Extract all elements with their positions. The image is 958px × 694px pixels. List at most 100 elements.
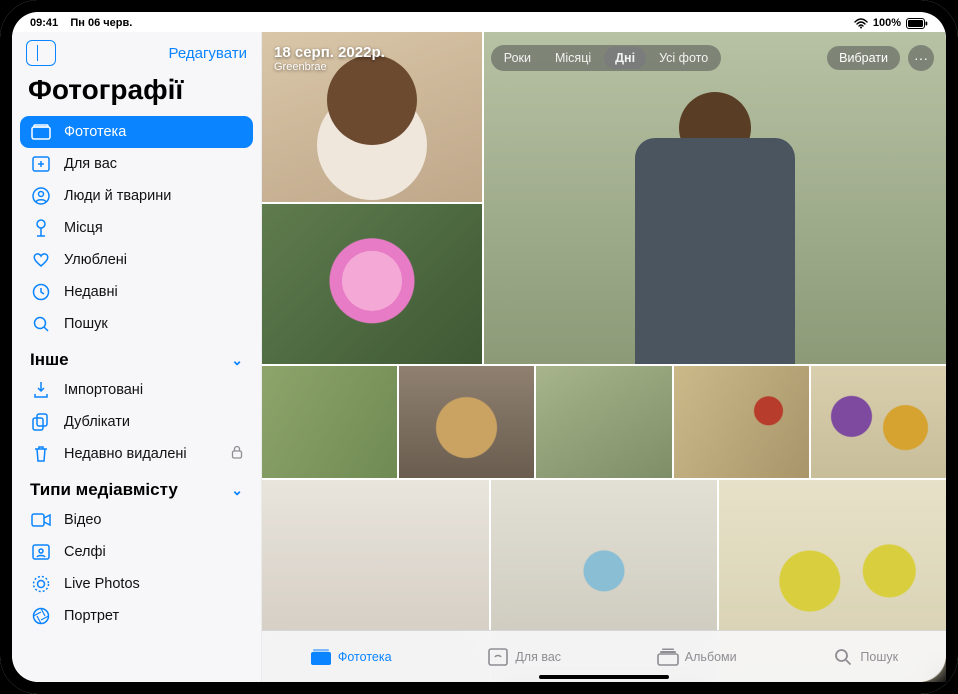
sidebar-item-imported[interactable]: Імпортовані — [20, 374, 253, 406]
sidebar-item-video[interactable]: Відео — [20, 504, 253, 536]
sidebar-nav[interactable]: Фототека Для вас Люди й тварини Місця — [12, 116, 261, 682]
photo-hero[interactable] — [484, 32, 946, 364]
sidebar-item-search[interactable]: Пошук — [20, 308, 253, 340]
photo-thumbnail[interactable] — [536, 366, 671, 478]
chevron-down-icon: ⌄ — [231, 352, 243, 369]
lock-icon — [231, 445, 243, 463]
photo-thumbnail[interactable] — [811, 366, 946, 478]
foryou-icon — [487, 648, 509, 666]
select-button[interactable]: Вибрати — [827, 46, 900, 70]
section-media[interactable]: Типи медіавмісту ⌄ — [20, 470, 253, 504]
sidebar-item-people[interactable]: Люди й тварини — [20, 180, 253, 212]
home-indicator[interactable] — [539, 675, 669, 679]
grid-date: 18 серп. 2022р. — [274, 44, 385, 61]
ellipsis-icon: ··· — [914, 50, 928, 66]
segment-years[interactable]: Роки — [493, 47, 542, 69]
section-media-label: Типи медіавмісту — [30, 480, 178, 500]
status-left: 09:41 Пн 06 черв. — [30, 17, 132, 29]
tab-albums[interactable]: Альбоми — [657, 648, 737, 666]
sidebar-item-label: Недавні — [64, 284, 118, 300]
segment-allphotos[interactable]: Усі фото — [648, 47, 719, 69]
view-segmented-control[interactable]: Роки Місяці Дні Усі фото — [491, 45, 721, 71]
sidebar-item-portrait[interactable]: Портрет — [20, 600, 253, 632]
photo-thumbnail[interactable] — [674, 366, 809, 478]
tab-foryou[interactable]: Для вас — [487, 648, 561, 666]
sidebar-item-label: Портрет — [64, 608, 119, 624]
sidebar-item-duplicates[interactable]: Дублікати — [20, 406, 253, 438]
sidebar-item-trash[interactable]: Недавно видалені — [20, 438, 253, 470]
more-button[interactable]: ··· — [908, 45, 934, 71]
photo-grid-area: 18 серп. 2022р. Greenbrae Роки Місяці Дн… — [262, 32, 946, 682]
photo-thumbnail[interactable] — [262, 366, 397, 478]
download-icon — [30, 381, 52, 399]
sidebar-item-label: Улюблені — [64, 252, 127, 268]
sidebar-item-library[interactable]: Фототека — [20, 116, 253, 148]
search-icon — [30, 315, 52, 333]
selfie-icon — [30, 544, 52, 560]
ipad-frame: 09:41 Пн 06 черв. 100% Редагувати — [0, 0, 958, 694]
foryou-icon — [30, 156, 52, 172]
segment-days[interactable]: Дні — [604, 47, 646, 69]
tab-label: Для вас — [515, 650, 561, 664]
photo-thumbnail[interactable] — [399, 366, 534, 478]
aperture-icon — [30, 607, 52, 625]
sidebar-item-favorites[interactable]: Улюблені — [20, 244, 253, 276]
segment-months[interactable]: Місяці — [544, 47, 602, 69]
grid-location: Greenbrae — [274, 61, 385, 73]
wifi-icon — [854, 18, 868, 29]
live-icon — [30, 575, 52, 593]
section-other-label: Інше — [30, 350, 69, 370]
status-right: 100% — [854, 17, 928, 29]
sidebar-item-recents[interactable]: Недавні — [20, 276, 253, 308]
sidebar-item-label: Місця — [64, 220, 103, 236]
app-title: Фотографії — [12, 70, 261, 116]
status-date: Пн 06 черв. — [70, 17, 132, 29]
grid-header: 18 серп. 2022р. Greenbrae Роки Місяці Дн… — [274, 38, 934, 78]
screen: 09:41 Пн 06 черв. 100% Редагувати — [12, 12, 946, 682]
edit-button[interactable]: Редагувати — [169, 45, 248, 62]
sidebar: Редагувати Фотографії Фототека Для вас Л… — [12, 32, 262, 682]
section-other[interactable]: Інше ⌄ — [20, 340, 253, 374]
battery-icon — [906, 18, 928, 29]
video-icon — [30, 513, 52, 527]
photo-thumbnail[interactable] — [262, 204, 482, 364]
people-icon — [30, 187, 52, 205]
trash-icon — [30, 445, 52, 463]
status-time: 09:41 — [30, 17, 58, 29]
sidebar-item-selfie[interactable]: Селфі — [20, 536, 253, 568]
sidebar-item-foryou[interactable]: Для вас — [20, 148, 253, 180]
sidebar-item-label: Імпортовані — [64, 382, 143, 398]
albums-icon — [657, 648, 679, 666]
pin-icon — [30, 218, 52, 238]
sidebar-item-label: Пошук — [64, 316, 108, 332]
sidebar-item-places[interactable]: Місця — [20, 212, 253, 244]
library-icon — [30, 124, 52, 140]
sidebar-top: Редагувати — [12, 32, 261, 70]
library-icon — [310, 648, 332, 666]
tab-label: Альбоми — [685, 650, 737, 664]
search-icon — [832, 648, 854, 666]
tab-search[interactable]: Пошук — [832, 648, 898, 666]
sidebar-item-label: Недавно видалені — [64, 446, 187, 462]
header-right: Вибрати ··· — [827, 45, 934, 71]
heart-icon — [30, 252, 52, 268]
sidebar-item-label: Селфі — [64, 544, 106, 560]
tab-label: Фототека — [338, 650, 392, 664]
copy-icon — [30, 413, 52, 431]
sidebar-item-label: Фототека — [64, 124, 126, 140]
chevron-down-icon: ⌄ — [231, 482, 243, 499]
sidebar-item-label: Для вас — [64, 156, 117, 172]
date-location-block[interactable]: 18 серп. 2022р. Greenbrae — [274, 44, 385, 73]
status-bar: 09:41 Пн 06 черв. 100% — [12, 12, 946, 32]
clock-icon — [30, 283, 52, 301]
sidebar-toggle-button[interactable] — [26, 40, 56, 66]
sidebar-item-label: Live Photos — [64, 576, 140, 592]
sidebar-item-label: Дублікати — [64, 414, 130, 430]
battery-percent: 100% — [873, 17, 901, 29]
photo-grid[interactable] — [262, 32, 946, 682]
sidebar-item-label: Відео — [64, 512, 101, 528]
sidebar-item-live[interactable]: Live Photos — [20, 568, 253, 600]
tab-library[interactable]: Фототека — [310, 648, 392, 666]
app-content: Редагувати Фотографії Фототека Для вас Л… — [12, 32, 946, 682]
tab-label: Пошук — [860, 650, 898, 664]
